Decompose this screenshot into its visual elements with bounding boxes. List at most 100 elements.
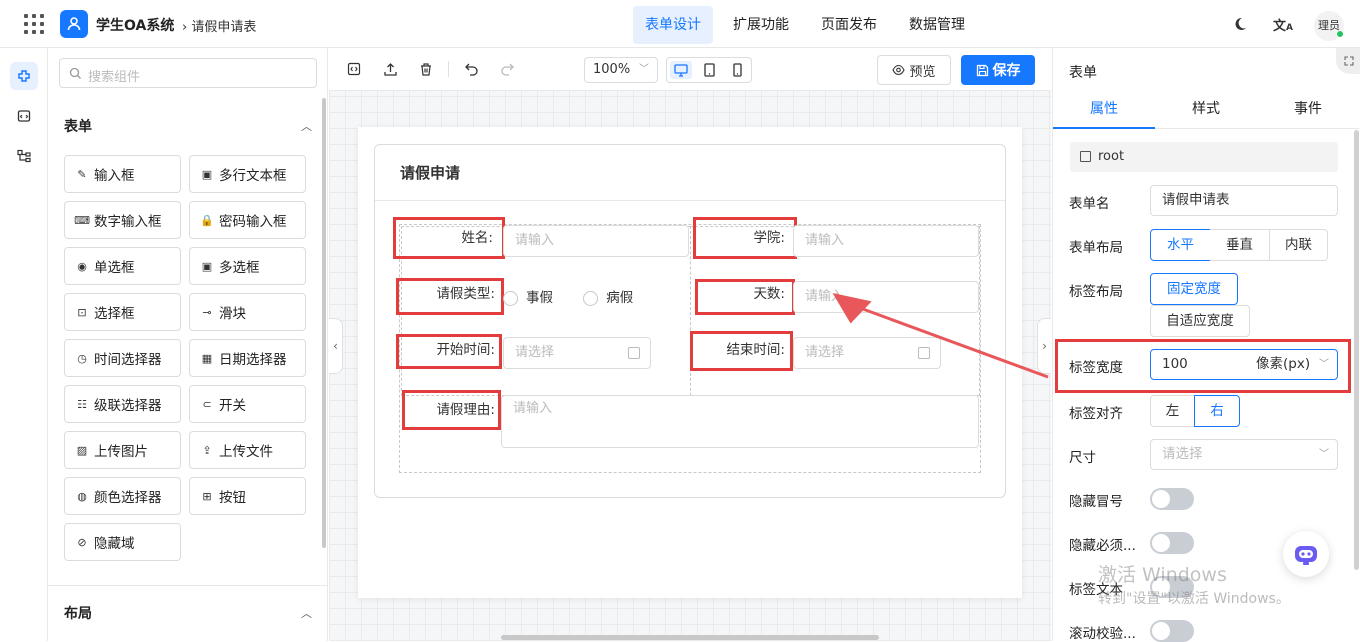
component-item[interactable]: ⌨ 数字输入框 xyxy=(64,201,181,239)
component-item[interactable]: ◷ 时间选择器 xyxy=(64,339,181,377)
annotation-arrow xyxy=(832,293,1049,379)
activation-watermark-title: 激活 Windows xyxy=(1098,564,1227,586)
radio-personal[interactable]: 事假 xyxy=(503,290,553,306)
highlight-box xyxy=(693,217,797,259)
chevron-left-icon: ‹ xyxy=(333,339,338,353)
desktop-icon[interactable] xyxy=(670,61,692,79)
component-label: 多选框 xyxy=(219,260,260,276)
name-input[interactable]: 请输入 xyxy=(503,225,689,257)
fullscreen-icon[interactable] xyxy=(1336,48,1360,74)
component-label: 密码输入框 xyxy=(219,214,287,230)
reason-textarea[interactable]: 请输入 xyxy=(501,395,979,448)
zoom-select[interactable]: 100% ﹀ xyxy=(584,57,658,83)
component-item[interactable]: ⊞ 按钮 xyxy=(189,477,306,515)
delete-icon[interactable] xyxy=(417,60,435,78)
layout-inline-option[interactable]: 内联 xyxy=(1269,229,1328,261)
device-switcher xyxy=(666,57,752,83)
table-icon xyxy=(1080,151,1091,162)
moon-icon[interactable] xyxy=(1232,16,1248,36)
component-item[interactable]: ▨ 上传图片 xyxy=(64,431,181,469)
preview-button[interactable]: 预览 xyxy=(877,55,951,85)
component-item[interactable]: ◍ 颜色选择器 xyxy=(64,477,181,515)
redo-icon[interactable] xyxy=(498,60,516,78)
component-item[interactable]: ✎ 输入框 xyxy=(64,155,181,193)
nav-data-management[interactable]: 数据管理 xyxy=(897,6,977,44)
apps-grid-icon[interactable] xyxy=(24,14,44,34)
tablet-icon[interactable] xyxy=(698,61,720,79)
nav-extensions[interactable]: 扩展功能 xyxy=(721,6,801,44)
nav-form-design[interactable]: 表单设计 xyxy=(633,6,713,44)
property-panel-scrollbar[interactable] xyxy=(1354,130,1359,570)
component-icon: ⇪ xyxy=(202,443,212,457)
canvas-horizontal-scrollbar[interactable] xyxy=(501,635,879,640)
tree-tab-icon[interactable] xyxy=(10,142,38,170)
save-button[interactable]: 保存 xyxy=(961,55,1035,85)
layout-section-title: 布局 xyxy=(64,606,92,622)
collapse-left-button[interactable]: ‹ xyxy=(329,318,343,374)
import-icon[interactable] xyxy=(381,60,399,78)
nav-page-publish[interactable]: 页面发布 xyxy=(809,6,889,44)
hide-required-switch[interactable] xyxy=(1150,532,1194,554)
component-label: 上传文件 xyxy=(219,444,273,460)
card-divider xyxy=(375,200,1005,201)
eye-icon xyxy=(892,64,906,76)
component-icon: ◉ xyxy=(77,259,87,273)
form-name-input[interactable]: 请假申请表 xyxy=(1150,185,1338,216)
tab-attributes[interactable]: 属性 xyxy=(1053,91,1155,129)
align-right-option[interactable]: 右 xyxy=(1194,395,1240,427)
chevron-down-icon: ﹀ xyxy=(1319,359,1329,370)
user-logo-icon xyxy=(60,10,88,38)
radio-sick[interactable]: 病假 xyxy=(583,290,633,306)
start-time-picker[interactable]: 请选择 xyxy=(503,337,651,369)
layout-vertical-option[interactable]: 垂直 xyxy=(1210,229,1270,261)
json-code-icon[interactable] xyxy=(345,60,363,78)
form-section-title: 表单 xyxy=(64,119,92,135)
hide-colon-switch[interactable] xyxy=(1150,488,1194,510)
tab-events[interactable]: 事件 xyxy=(1257,91,1359,129)
component-item[interactable]: ▦ 日期选择器 xyxy=(189,339,306,377)
label-align-label: 标签对齐 xyxy=(1069,406,1123,422)
component-search-input[interactable]: 搜索组件 xyxy=(59,58,317,88)
undo-icon[interactable] xyxy=(462,60,480,78)
component-item[interactable]: ☷ 级联选择器 xyxy=(64,385,181,423)
component-item[interactable]: ▣ 多选框 xyxy=(189,247,306,285)
scroll-validate-label: 滚动校验... xyxy=(1069,626,1136,642)
component-item[interactable]: ⊡ 选择框 xyxy=(64,293,181,331)
component-item[interactable]: ▣ 多行文本框 xyxy=(189,155,306,193)
component-item[interactable]: 🔒 密码输入框 xyxy=(189,201,306,239)
highlight-box xyxy=(690,331,793,371)
label-auto-width-option[interactable]: 自适应宽度 xyxy=(1150,305,1250,337)
component-panel-scrollbar[interactable] xyxy=(322,98,326,548)
tab-styles[interactable]: 样式 xyxy=(1155,91,1257,129)
layout-horizontal-option[interactable]: 水平 xyxy=(1150,229,1211,261)
chevron-up-icon[interactable]: ︿ xyxy=(301,605,312,621)
size-select[interactable]: 请选择 ﹀ xyxy=(1150,439,1338,470)
label-fixed-width-option[interactable]: 固定宽度 xyxy=(1150,273,1238,305)
code-tab-icon[interactable] xyxy=(10,102,38,130)
component-label: 按钮 xyxy=(219,490,246,506)
chevron-up-icon[interactable]: ︿ xyxy=(301,118,312,134)
component-item[interactable]: ⊸ 滑块 xyxy=(189,293,306,331)
label-width-input[interactable]: 100 像素(px) ﹀ xyxy=(1150,349,1338,380)
mobile-icon[interactable] xyxy=(726,61,748,79)
component-item[interactable]: ⊂ 开关 xyxy=(189,385,306,423)
zoom-value: 100% xyxy=(593,62,631,77)
breadcrumb[interactable]: › 请假申请表 xyxy=(182,16,256,35)
components-tab-icon[interactable] xyxy=(10,62,38,90)
component-item[interactable]: ⇪ 上传文件 xyxy=(189,431,306,469)
highlight-box xyxy=(396,278,504,315)
component-label: 颜色选择器 xyxy=(94,490,162,506)
root-node[interactable]: root xyxy=(1070,142,1338,172)
component-icon: ⊡ xyxy=(77,305,87,319)
unit-select[interactable]: 像素(px) xyxy=(1256,350,1310,379)
align-left-option[interactable]: 左 xyxy=(1150,395,1195,427)
chat-assistant-button[interactable] xyxy=(1283,531,1329,577)
component-panel: 搜索组件 表单 ︿ ✎ 输入框 ▣ 多行文本框 ⌨ 数字输入框 🔒 密码输入框 ◉ 单选框 ▣ 多选框… xyxy=(48,48,328,641)
component-icon: ▦ xyxy=(201,351,213,365)
college-input[interactable]: 请输入 xyxy=(793,225,979,257)
scroll-validate-switch[interactable] xyxy=(1150,620,1194,642)
translate-icon[interactable]: 文A xyxy=(1273,15,1293,34)
component-item[interactable]: ◉ 单选框 xyxy=(64,247,181,285)
hide-colon-label: 隐藏冒号 xyxy=(1069,494,1123,510)
component-item[interactable]: ⊘ 隐藏域 xyxy=(64,523,181,561)
